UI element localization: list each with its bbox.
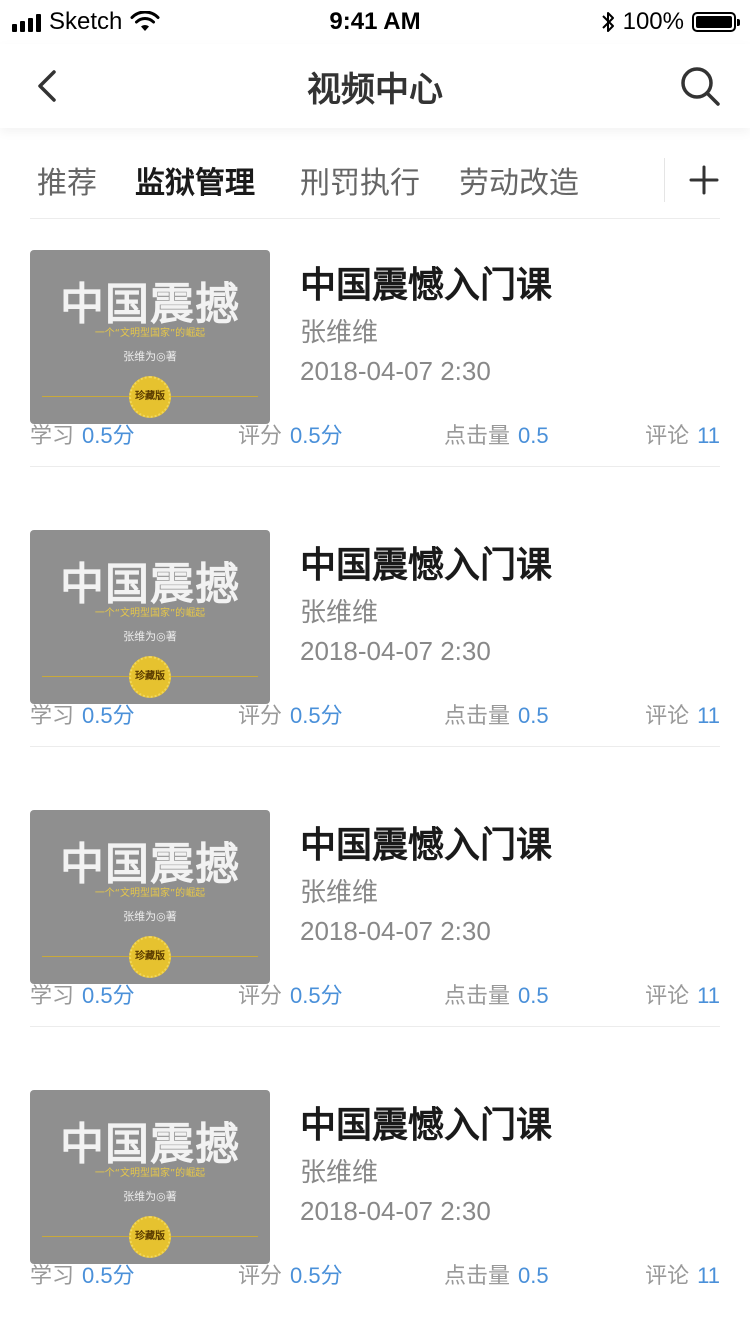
cover-subtitle: 一个“文明型国家”的崛起 <box>94 1168 206 1179</box>
video-author: 张维维 <box>300 878 379 908</box>
video-stats: 学习 0.5分 评分 0.5分 点击量 0.5 评论 11 <box>30 698 720 738</box>
battery-icon <box>692 12 740 32</box>
video-stats: 学习 0.5分 评分 0.5分 点击量 0.5 评论 11 <box>30 978 720 1018</box>
cover-title: 中国震撼 <box>60 1119 240 1170</box>
stat-study: 学习 0.5分 <box>30 983 135 1009</box>
video-thumbnail[interactable]: 中国震撼 一个“文明型国家”的崛起 张维为◎著 珍藏版 <box>30 1090 270 1264</box>
tab-penalty-execution[interactable]: 刑罚执行 <box>300 158 420 202</box>
video-date: 2018-04-07 2:30 <box>300 1196 491 1226</box>
nav-bar: 视频中心 <box>0 44 750 128</box>
page-title: 视频中心 <box>307 70 443 110</box>
item-divider <box>30 466 720 467</box>
tab-recommend[interactable]: 推荐 <box>37 158 97 202</box>
cover-author: 张维为◎著 <box>123 910 177 923</box>
item-divider <box>30 746 720 747</box>
stat-clicks: 点击量 0.5 <box>444 1263 549 1289</box>
stat-comments: 评论 11 <box>645 423 720 449</box>
stat-clicks: 点击量 0.5 <box>444 423 549 449</box>
tab-prison-management[interactable]: 监狱管理 <box>135 158 255 202</box>
stat-rating: 评分 0.5分 <box>238 703 343 729</box>
cover-title: 中国震撼 <box>60 839 240 890</box>
status-bar: Sketch 9:41 AM 100% <box>0 0 750 44</box>
video-item[interactable]: 中国震撼 一个“文明型国家”的崛起 张维为◎著 珍藏版 中国震憾入门课 张维维 … <box>30 1058 720 1338</box>
video-author: 张维维 <box>300 318 379 348</box>
battery-percent: 100% <box>622 8 684 35</box>
cover-author: 张维为◎著 <box>123 1190 177 1203</box>
stat-rating: 评分 0.5分 <box>238 1263 343 1289</box>
tab-labor-reform[interactable]: 劳动改造 <box>459 158 579 202</box>
cover-subtitle: 一个“文明型国家”的崛起 <box>94 608 206 619</box>
video-title[interactable]: 中国震憾入门课 <box>300 1096 552 1148</box>
video-title[interactable]: 中国震憾入门课 <box>300 536 552 588</box>
stat-rating: 评分 0.5分 <box>238 423 343 449</box>
item-divider <box>30 1026 720 1027</box>
video-stats: 学习 0.5分 评分 0.5分 点击量 0.5 评论 11 <box>30 418 720 458</box>
cover-subtitle: 一个“文明型国家”的崛起 <box>94 888 206 899</box>
video-title[interactable]: 中国震憾入门课 <box>300 256 552 308</box>
cover-seal: 珍藏版 <box>129 376 171 418</box>
video-date: 2018-04-07 2:30 <box>300 636 491 666</box>
status-right: 100% <box>601 8 740 36</box>
bluetooth-icon <box>601 12 614 32</box>
video-item[interactable]: 中国震撼 一个“文明型国家”的崛起 张维为◎著 珍藏版 中国震憾入门课 张维维 … <box>30 778 720 1058</box>
cover-seal: 珍藏版 <box>129 1216 171 1258</box>
video-item[interactable]: 中国震撼 一个“文明型国家”的崛起 张维为◎著 珍藏版 中国震憾入门课 张维维 … <box>30 498 720 778</box>
category-tabs: 推荐 监狱管理 刑罚执行 劳动改造 <box>0 140 750 218</box>
stat-rating: 评分 0.5分 <box>238 983 343 1009</box>
stat-clicks: 点击量 0.5 <box>444 983 549 1009</box>
cover-seal: 珍藏版 <box>129 936 171 978</box>
stat-study: 学习 0.5分 <box>30 703 135 729</box>
cover-seal: 珍藏版 <box>129 656 171 698</box>
video-author: 张维维 <box>300 598 379 628</box>
stat-clicks: 点击量 0.5 <box>444 703 549 729</box>
video-title[interactable]: 中国震憾入门课 <box>300 816 552 868</box>
stat-comments: 评论 11 <box>645 983 720 1009</box>
tabs-divider <box>664 158 665 202</box>
cover-title: 中国震撼 <box>60 279 240 330</box>
stat-comments: 评论 11 <box>645 703 720 729</box>
plus-icon[interactable] <box>686 162 722 198</box>
stat-comments: 评论 11 <box>645 1263 720 1289</box>
video-date: 2018-04-07 2:30 <box>300 356 491 386</box>
search-icon[interactable] <box>676 62 724 110</box>
cover-subtitle: 一个“文明型国家”的崛起 <box>94 328 206 339</box>
stat-study: 学习 0.5分 <box>30 1263 135 1289</box>
video-stats: 学习 0.5分 评分 0.5分 点击量 0.5 评论 11 <box>30 1258 720 1298</box>
cover-author: 张维为◎著 <box>123 350 177 363</box>
video-thumbnail[interactable]: 中国震撼 一个“文明型国家”的崛起 张维为◎著 珍藏版 <box>30 530 270 704</box>
video-thumbnail[interactable]: 中国震撼 一个“文明型国家”的崛起 张维为◎著 珍藏版 <box>30 250 270 424</box>
video-thumbnail[interactable]: 中国震撼 一个“文明型国家”的崛起 张维为◎著 珍藏版 <box>30 810 270 984</box>
stat-study: 学习 0.5分 <box>30 423 135 449</box>
video-item[interactable]: 中国震撼 一个“文明型国家”的崛起 张维为◎著 珍藏版 中国震憾入门课 张维维 … <box>30 218 720 498</box>
cover-author: 张维为◎著 <box>123 630 177 643</box>
cover-title: 中国震撼 <box>60 559 240 610</box>
video-author: 张维维 <box>300 1158 379 1188</box>
video-date: 2018-04-07 2:30 <box>300 916 491 946</box>
